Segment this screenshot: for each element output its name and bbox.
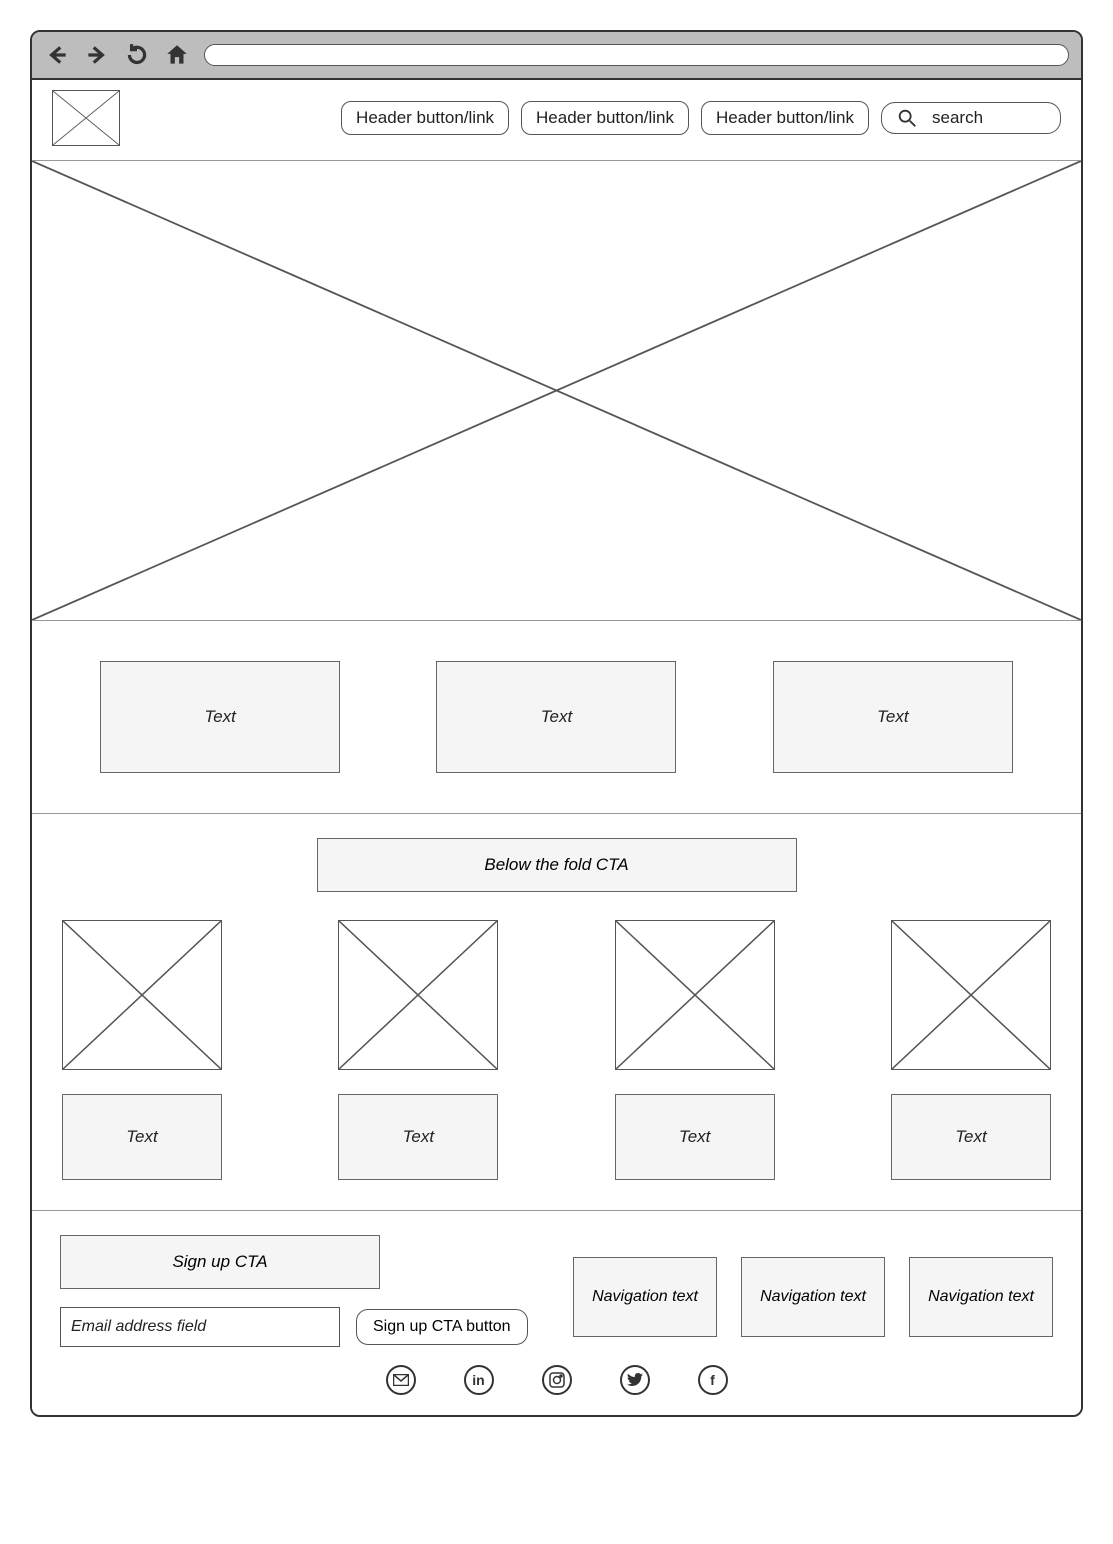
card-4: Text (891, 920, 1051, 1180)
forward-arrow-icon[interactable] (84, 42, 110, 68)
card-image-placeholder (62, 920, 222, 1070)
card-image-placeholder (338, 920, 498, 1070)
text-row: Text Text Text (32, 621, 1081, 814)
footer: Sign up CTA Email address field Sign up … (32, 1211, 1081, 1415)
mail-icon[interactable] (386, 1365, 416, 1395)
hero-image-placeholder (32, 161, 1081, 621)
card-image-placeholder (891, 920, 1051, 1070)
card-3: Text (615, 920, 775, 1180)
header-nav-button-2[interactable]: Header button/link (521, 101, 689, 135)
email-field[interactable]: Email address field (60, 1307, 340, 1347)
footer-nav-3[interactable]: Navigation text (909, 1257, 1053, 1337)
card-row: Text Text Text Text (62, 920, 1051, 1180)
header-nav-button-3[interactable]: Header button/link (701, 101, 869, 135)
browser-toolbar (32, 32, 1081, 80)
instagram-icon[interactable] (542, 1365, 572, 1395)
site-header: Header button/link Header button/link He… (32, 80, 1081, 161)
text-box-1: Text (100, 661, 340, 773)
card-text: Text (62, 1094, 222, 1180)
card-2: Text (338, 920, 498, 1180)
card-1: Text (62, 920, 222, 1180)
logo-placeholder (52, 90, 120, 146)
signup-cta: Sign up CTA (60, 1235, 380, 1289)
text-box-3: Text (773, 661, 1013, 773)
social-row: in f (60, 1365, 1053, 1395)
home-icon[interactable] (164, 42, 190, 68)
below-fold-cta[interactable]: Below the fold CTA (317, 838, 797, 892)
text-box-2: Text (436, 661, 676, 773)
card-text: Text (615, 1094, 775, 1180)
signup-column: Sign up CTA Email address field Sign up … (60, 1235, 530, 1347)
below-fold-section: Below the fold CTA Text Text Text Text (32, 814, 1081, 1211)
footer-nav-1[interactable]: Navigation text (573, 1257, 717, 1337)
browser-window: Header button/link Header button/link He… (30, 30, 1083, 1417)
footer-nav-2[interactable]: Navigation text (741, 1257, 885, 1337)
url-bar[interactable] (204, 44, 1069, 66)
card-text: Text (891, 1094, 1051, 1180)
search-placeholder: search (932, 108, 983, 128)
search-icon (896, 107, 918, 129)
signup-button[interactable]: Sign up CTA button (356, 1309, 528, 1345)
header-nav-button-1[interactable]: Header button/link (341, 101, 509, 135)
footer-nav: Navigation text Navigation text Navigati… (573, 1257, 1053, 1337)
search-input[interactable]: search (881, 102, 1061, 134)
linkedin-icon[interactable]: in (464, 1365, 494, 1395)
page-content: Header button/link Header button/link He… (32, 80, 1081, 1415)
card-text: Text (338, 1094, 498, 1180)
facebook-icon[interactable]: f (698, 1365, 728, 1395)
refresh-icon[interactable] (124, 42, 150, 68)
back-arrow-icon[interactable] (44, 42, 70, 68)
twitter-icon[interactable] (620, 1365, 650, 1395)
card-image-placeholder (615, 920, 775, 1070)
